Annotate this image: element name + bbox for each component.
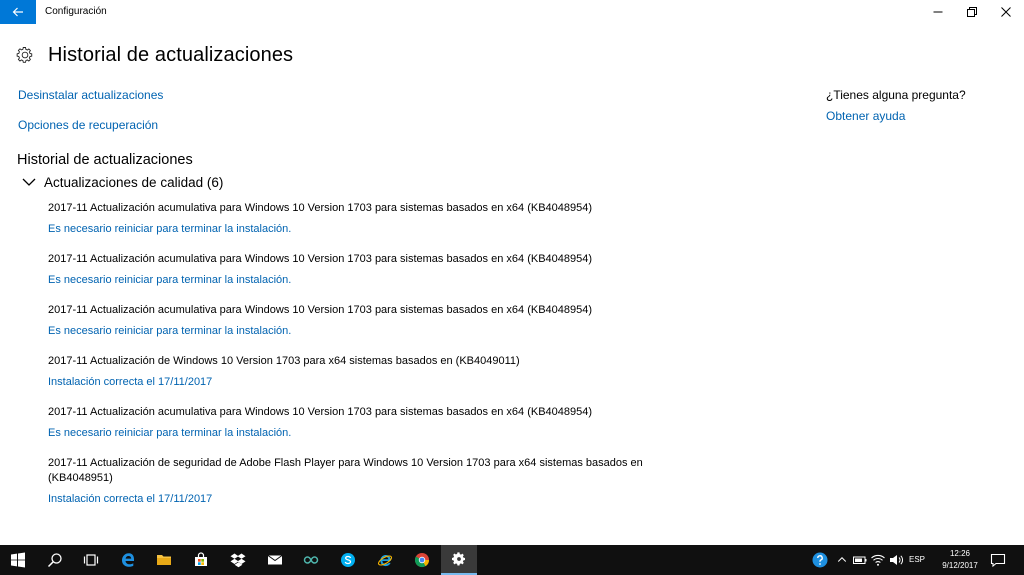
taskbar-internet-explorer[interactable] [367,545,403,575]
taskbar-skype[interactable] [330,545,366,575]
close-button[interactable] [988,0,1024,24]
update-status-link[interactable]: Es necesario reiniciar para terminar la … [48,426,648,440]
update-status-link[interactable]: Instalación correcta el 17/11/2017 [48,492,648,506]
taskbar-file-explorer[interactable] [146,545,182,575]
help-question: ¿Tienes alguna pregunta? [826,88,966,102]
page-title: Historial de actualizaciones [48,43,294,66]
taskbar-edge[interactable] [110,545,146,575]
update-title: 2017-11 Actualización acumulativa para W… [48,304,593,316]
mail-icon [267,555,283,565]
volume-icon [890,555,903,565]
taskbar-store[interactable] [183,545,219,575]
uninstall-updates-link[interactable]: Desinstalar actualizaciones [18,88,163,102]
help-tray-icon[interactable] [812,552,828,568]
action-center-button[interactable] [990,552,1006,568]
update-item: 2017-11 Actualización acumulativa para W… [48,201,648,236]
windows-start-icon [11,552,25,568]
update-item: 2017-11 Actualización acumulativa para W… [48,303,648,338]
recovery-options-link[interactable]: Opciones de recuperación [18,118,158,132]
page-header: Historial de actualizaciones [16,42,293,68]
update-item: 2017-11 Actualización de seguridad de Ad… [48,456,648,506]
clock-date: 9/12/2017 [942,561,978,570]
update-status-link[interactable]: Es necesario reiniciar para terminar la … [48,222,648,236]
back-arrow-icon [12,7,23,17]
wifi-tray-icon[interactable] [870,552,886,568]
task-view-button[interactable] [73,545,109,575]
quality-updates-group-toggle[interactable]: Actualizaciones de calidad (6) [22,175,223,190]
chevron-up-icon [837,557,847,562]
update-title: 2017-11 Actualización de Windows 10 Vers… [48,355,520,367]
section-title: Historial de actualizaciones [17,152,193,168]
volume-tray-icon[interactable] [888,552,904,568]
minimize-button[interactable] [920,0,956,24]
taskbar-chrome[interactable] [404,545,440,575]
chrome-icon [414,553,430,568]
file-explorer-icon [157,555,171,565]
back-button[interactable] [0,0,36,24]
title-bar: Configuración [0,0,1024,24]
settings-icon [452,552,465,566]
edge-icon [122,553,134,567]
gear-icon [16,47,33,63]
clock-time: 12:26 [949,549,971,558]
close-icon [1001,7,1011,17]
update-item: 2017-11 Actualización acumulativa para W… [48,252,648,287]
taskbar-arduino[interactable] [293,545,329,575]
restore-button[interactable] [954,0,990,24]
restore-icon [967,7,977,17]
question-icon [812,552,828,568]
taskbar-search-button[interactable] [37,545,73,575]
update-title: 2017-11 Actualización acumulativa para W… [48,253,593,265]
search-icon [47,553,62,568]
battery-icon [853,556,867,564]
taskbar: ESP 12:26 9/12/2017 [0,545,1024,575]
update-status-link[interactable]: Es necesario reiniciar para terminar la … [48,273,648,287]
taskbar-mail[interactable] [257,545,293,575]
wifi-icon [871,554,885,566]
action-center-icon [990,553,1006,568]
tray-overflow-button[interactable] [834,552,850,568]
group-label: Actualizaciones de calidad (6) [44,175,224,190]
dropbox-icon [230,553,246,568]
update-status-link[interactable]: Instalación correcta el 17/11/2017 [48,375,648,389]
update-title: 2017-11 Actualización de seguridad de Ad… [48,457,643,484]
language-indicator[interactable]: ESP [909,555,925,564]
update-title: 2017-11 Actualización acumulativa para W… [48,406,593,418]
update-item: 2017-11 Actualización de Windows 10 Vers… [48,354,648,389]
update-item: 2017-11 Actualización acumulativa para W… [48,405,648,440]
skype-icon [341,553,355,567]
battery-tray-icon[interactable] [852,552,868,568]
get-help-link[interactable]: Obtener ayuda [826,109,905,123]
start-button[interactable] [0,545,36,575]
minimize-icon [933,11,943,13]
window-title: Configuración [45,6,107,17]
store-icon [195,552,207,566]
taskbar-settings[interactable] [441,545,477,575]
task-view-icon [83,554,99,566]
update-status-link[interactable]: Es necesario reiniciar para terminar la … [48,324,648,338]
update-title: 2017-11 Actualización acumulativa para W… [48,202,593,214]
taskbar-dropbox[interactable] [220,545,256,575]
chevron-down-icon [22,178,36,186]
internet-explorer-icon [377,555,393,567]
arduino-icon [303,556,319,564]
clock[interactable]: 12:26 9/12/2017 [938,548,982,572]
